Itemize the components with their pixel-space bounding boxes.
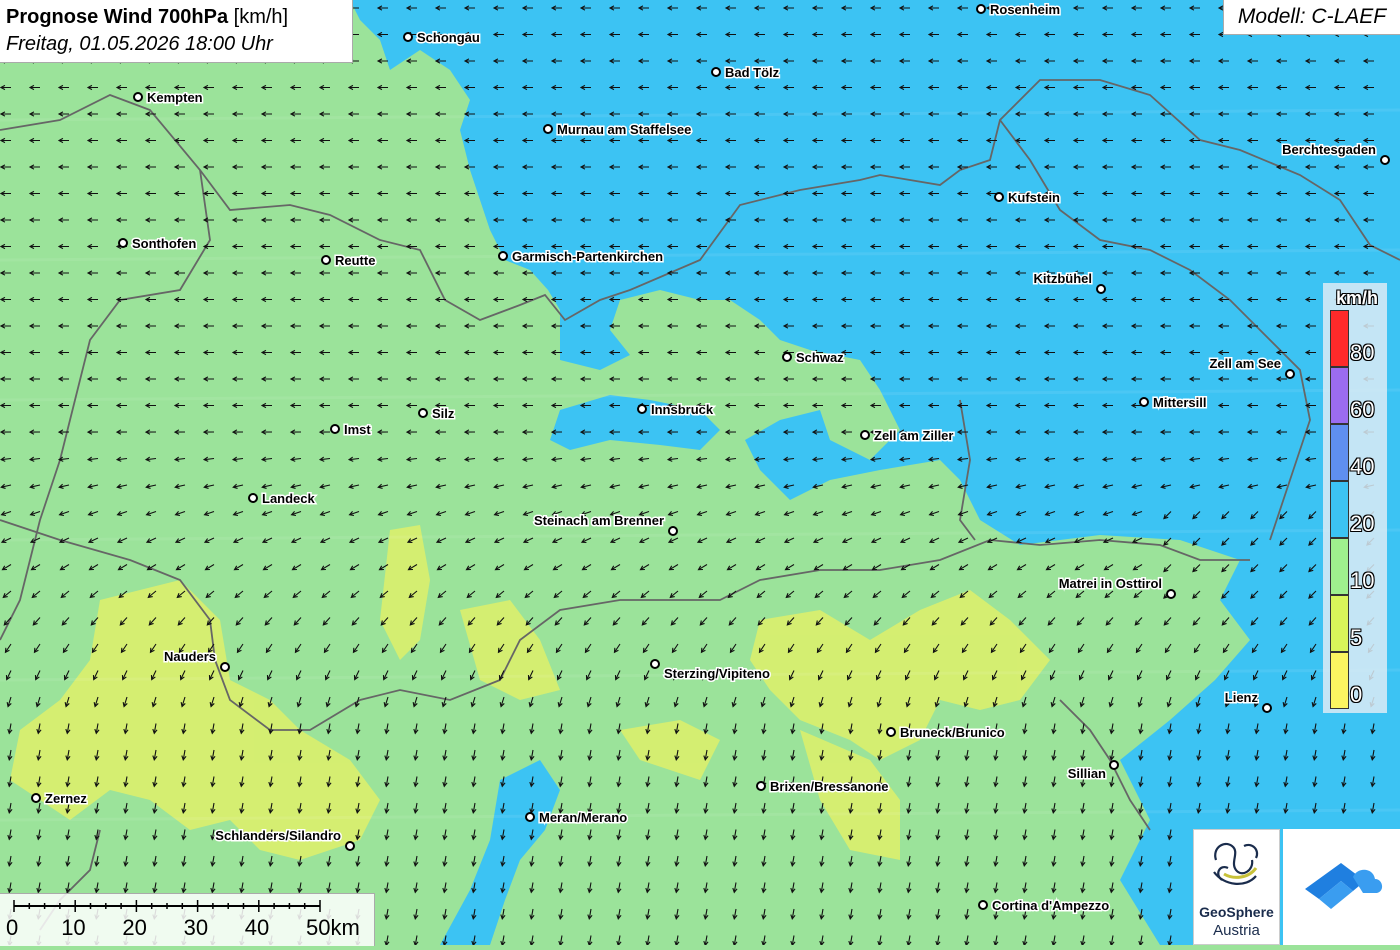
geosphere-logo-line1: GeoSphere [1199,904,1274,920]
geosphere-logo-line2: Austria [1213,922,1260,939]
city-label: Mittersill [1153,395,1206,410]
city-label: Schongau [417,30,480,45]
city-marker[interactable] [886,727,896,737]
city-label: Schlanders/Silandro [215,828,341,843]
geosphere-logo[interactable]: GeoSphere Austria [1193,829,1280,945]
city-label: Innsbruck [651,402,714,417]
scale-label: 30 [183,915,209,940]
city-marker[interactable] [498,251,508,261]
geosphere-logo-icon [1213,842,1259,885]
city-marker[interactable] [978,900,988,910]
city-marker[interactable] [330,424,340,434]
legend-label: 10 [1350,568,1375,593]
city-marker[interactable] [1096,284,1106,294]
city-label: Murnau am Staffelsee [557,122,691,137]
legend-swatch [1330,652,1349,709]
legend-label: 20 [1350,511,1375,536]
legend-swatch [1330,538,1349,595]
city-label: Imst [344,422,371,437]
legend-label: 60 [1350,397,1375,422]
city-marker[interactable] [118,238,128,248]
legend-swatch [1330,481,1349,538]
city-label: Silz [432,406,455,421]
scale-label: 50km [306,915,360,940]
city-label: Cortina d'Ampezzo [992,898,1109,913]
color-legend: km/h 80 60 40 20 10 5 0 [1323,283,1387,713]
city-marker[interactable] [1380,155,1390,165]
city-marker[interactable] [1166,589,1176,599]
city-label: Sillian [1068,766,1106,781]
legend-label: 5 [1350,625,1363,650]
scale-label: 10 [61,915,86,940]
city-marker[interactable] [248,493,258,503]
city-label: Sterzing/Vipiteno [664,666,770,681]
city-marker[interactable] [403,32,413,42]
scale-label: 0 [6,915,19,940]
city-label: Garmisch-Partenkirchen [512,249,663,264]
city-label: Kempten [147,90,203,105]
scale-bar: 0 10 20 30 40 50km [0,893,375,946]
city-label: Brixen/Bressanone [770,779,889,794]
city-marker[interactable] [543,124,553,134]
city-marker[interactable] [525,812,535,822]
city-label: Sonthofen [132,236,196,251]
map-title: Prognose Wind 700hPa [km/h] [6,6,289,28]
legend-swatch [1330,595,1349,652]
legend-swatch [1330,310,1349,367]
city-label: Rosenheim [990,2,1060,17]
legend-label: 0 [1350,682,1363,707]
city-marker[interactable] [994,192,1004,202]
weather-app-logo[interactable] [1283,829,1400,945]
city-label: Bad Tölz [725,65,780,80]
city-marker[interactable] [418,408,428,418]
city-marker[interactable] [637,404,647,414]
wind-map[interactable]: Rosenheim Schongau Bad Tölz Kempten Murnau a… [0,0,1400,945]
city-label: Meran/Merano [539,810,627,825]
title-box: Prognose Wind 700hPa [km/h] Freitag, 01.… [0,0,353,63]
city-label: Nauders [164,649,216,664]
city-label: Steinach am Brenner [534,513,664,528]
city-marker[interactable] [668,526,678,536]
city-marker[interactable] [1139,397,1149,407]
city-label: Bruneck/Brunico [900,725,1005,740]
city-marker[interactable] [756,781,766,791]
city-marker[interactable] [711,67,721,77]
legend-swatch [1330,424,1349,481]
city-marker[interactable] [650,659,660,669]
city-marker[interactable] [1262,703,1272,713]
model-label: Modell: C-LAEF [1223,0,1400,35]
city-label: Kufstein [1008,190,1060,205]
city-marker[interactable] [345,841,355,851]
city-label: Schwaz [796,350,844,365]
scale-label: 40 [244,915,270,940]
map-subtitle: Freitag, 01.05.2026 18:00 Uhr [6,33,273,55]
city-label: Zell am See [1209,356,1281,371]
city-marker[interactable] [31,793,41,803]
city-marker[interactable] [860,430,870,440]
city-marker[interactable] [782,352,792,362]
legend-swatch [1330,367,1349,424]
city-label: Zernez [45,791,87,806]
city-label: Landeck [262,491,316,506]
city-label: Matrei in Osttirol [1059,576,1162,591]
city-label: Zell am Ziller [874,428,953,443]
city-label: Berchtesgaden [1282,142,1376,157]
legend-label: 40 [1350,454,1375,479]
city-label: Kitzbühel [1034,271,1093,286]
city-label: Lienz [1225,690,1259,705]
city-label: Reutte [335,253,375,268]
scale-label: 20 [122,915,147,940]
city-marker[interactable] [1109,760,1119,770]
legend-unit: km/h [1336,288,1379,308]
city-marker[interactable] [220,662,230,672]
weather-app-logo-icon [1305,863,1383,909]
city-marker[interactable] [133,92,143,102]
legend-label: 80 [1350,340,1375,365]
city-marker[interactable] [321,255,331,265]
city-marker[interactable] [1285,369,1295,379]
city-marker[interactable] [976,4,986,14]
